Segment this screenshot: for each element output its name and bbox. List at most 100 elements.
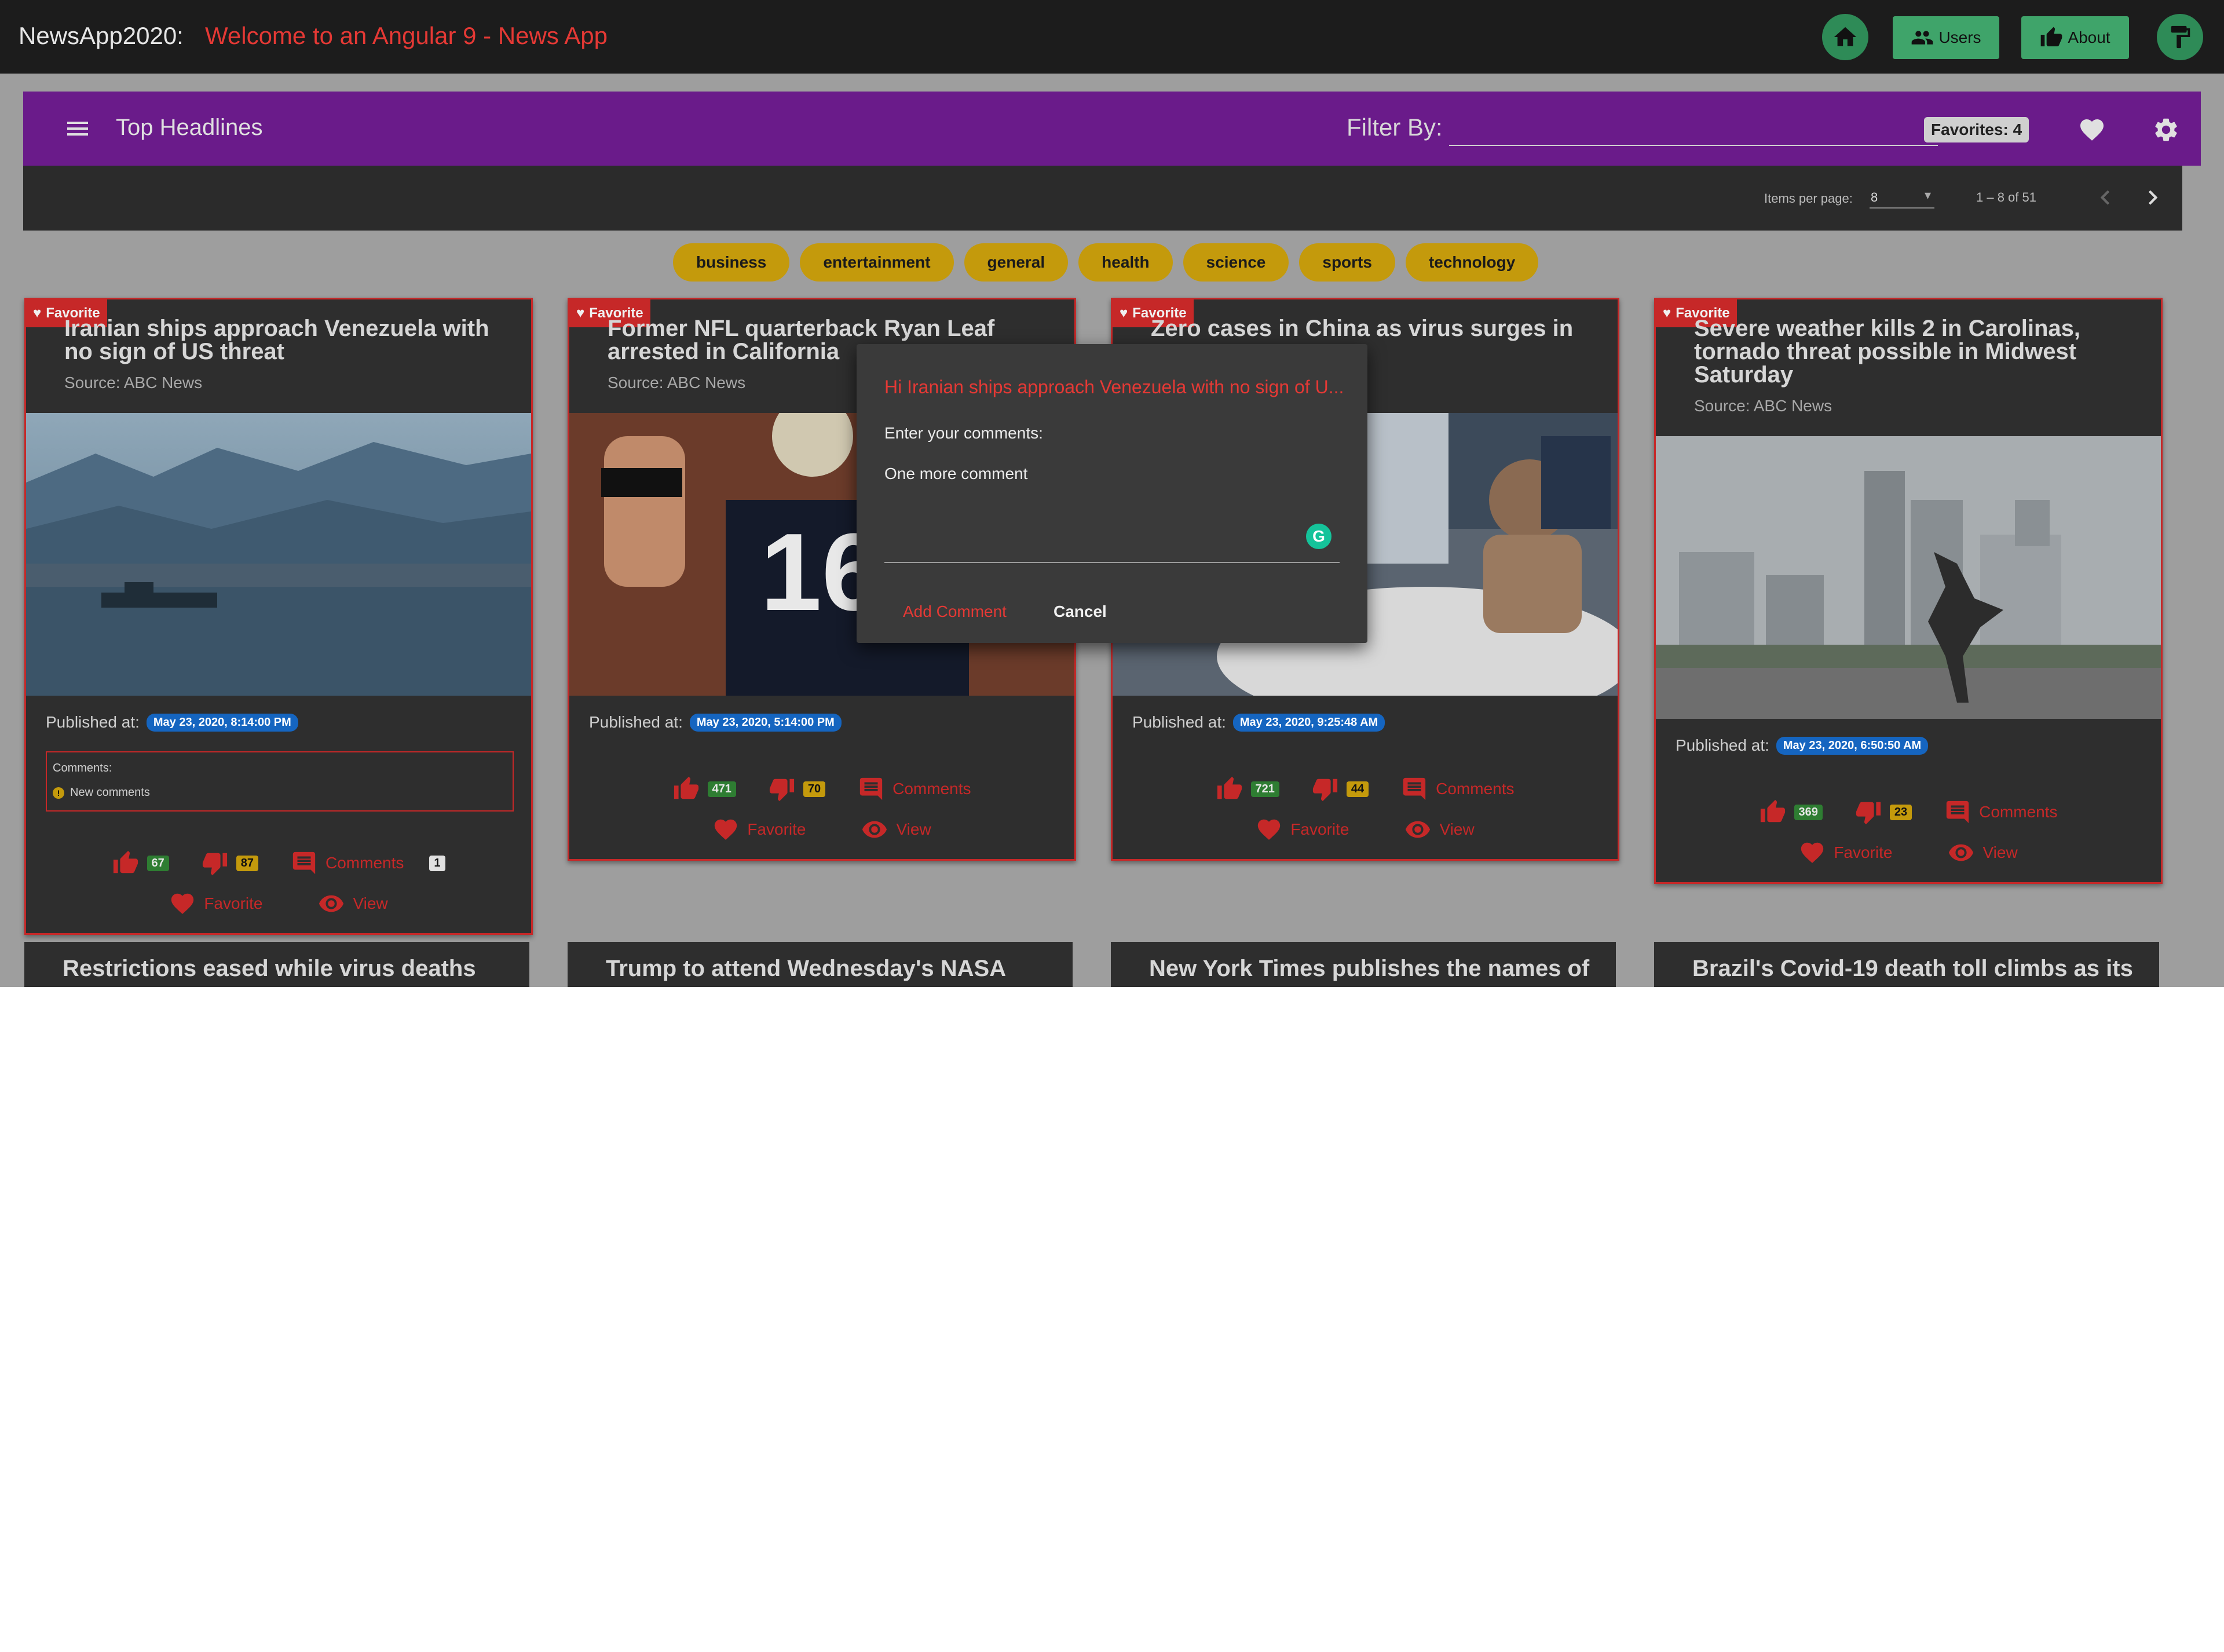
- heart-icon: [715, 819, 737, 840]
- app-header: NewsApp2020: Welcome to an Angular 9 - N…: [0, 0, 2224, 74]
- card-actions-secondary: Favorite View: [569, 816, 1074, 843]
- thumb-down-icon: [769, 779, 794, 802]
- card-title: New York Times publishes the names of: [1149, 956, 1590, 981]
- dialog-prompt: Enter your comments:: [884, 424, 1043, 442]
- chip-health[interactable]: health: [1078, 243, 1173, 282]
- card-actions-secondary: Favorite View: [26, 890, 531, 917]
- news-card: Restrictions eased while virus deaths: [24, 942, 529, 987]
- favorite-label: Favorite: [747, 820, 806, 838]
- card-title: Zero cases in China as virus surges in: [1151, 316, 1574, 341]
- comment-icon: [1403, 777, 1426, 801]
- dislike-button[interactable]: 23: [1855, 799, 1912, 825]
- favorite-button[interactable]: Favorite: [712, 816, 806, 843]
- dislike-count: 44: [1346, 781, 1369, 797]
- news-card: New York Times publishes the names of: [1111, 942, 1616, 987]
- view-button[interactable]: View: [1404, 816, 1475, 843]
- like-button[interactable]: 369: [1760, 799, 1823, 825]
- app-brand: NewsApp2020:: [19, 22, 184, 49]
- card-actions-secondary: Favorite View: [1113, 816, 1618, 843]
- page-title: Top Headlines: [116, 115, 263, 140]
- favorite-label: Favorite: [1290, 820, 1349, 838]
- gear-icon[interactable]: [2152, 116, 2180, 144]
- textarea-underline: [884, 562, 1340, 563]
- browser-viewport: NewsApp2020: Welcome to an Angular 9 - N…: [0, 0, 2224, 987]
- article-image[interactable]: [1656, 436, 2161, 719]
- comments-button[interactable]: Comments 1: [291, 850, 445, 876]
- menu-icon[interactable]: [64, 115, 92, 142]
- home-button[interactable]: [1822, 14, 1868, 60]
- dislike-button[interactable]: 87: [202, 850, 258, 876]
- chip-technology[interactable]: technology: [1405, 243, 1539, 282]
- paint-roller-icon: [2171, 25, 2190, 49]
- previous-page-icon[interactable]: [2091, 183, 2120, 212]
- published-row: Published at: May 23, 2020, 5:14:00 PM: [589, 713, 842, 732]
- users-button[interactable]: Users: [1893, 16, 1999, 59]
- page-range-label: 1 – 8 of 51: [1976, 190, 2036, 204]
- about-button[interactable]: About: [2021, 16, 2129, 59]
- comment-icon: [292, 851, 316, 875]
- favorite-button[interactable]: Favorite: [169, 890, 262, 917]
- thumb-up-icon: [2041, 27, 2062, 46]
- headlines-toolbar: Top Headlines Filter By: Favorites: 4: [23, 92, 2201, 166]
- card-source: Source: ABC News: [64, 374, 203, 392]
- cancel-button[interactable]: Cancel: [1054, 602, 1107, 621]
- users-icon: [1912, 31, 1933, 45]
- chip-science[interactable]: science: [1183, 243, 1289, 282]
- view-button[interactable]: View: [1948, 839, 2018, 866]
- card-actions: 67 87 Comments 1: [26, 850, 531, 876]
- published-label: Published at:: [1676, 736, 1769, 754]
- theme-button[interactable]: [2157, 14, 2203, 60]
- items-per-page-select[interactable]: 8 ▾: [1870, 188, 1934, 209]
- dislike-button[interactable]: 70: [769, 776, 826, 802]
- like-button[interactable]: 721: [1216, 776, 1279, 802]
- comments-label: Comments: [325, 854, 404, 872]
- view-button[interactable]: View: [861, 816, 931, 843]
- favorites-heart-icon[interactable]: [2078, 116, 2106, 144]
- published-label: Published at:: [1132, 713, 1226, 731]
- chip-general[interactable]: general: [964, 243, 1069, 282]
- welcome-message: Welcome to an Angular 9 - News App: [205, 22, 608, 49]
- heart-icon: ♥: [1120, 305, 1128, 321]
- comment-text: New comments: [70, 786, 150, 799]
- filter-input[interactable]: [1449, 109, 1938, 146]
- favorites-count-badge: Favorites: 4: [1924, 117, 2029, 142]
- about-label: About: [2068, 28, 2110, 46]
- favorite-button[interactable]: Favorite: [1799, 839, 1892, 866]
- view-label: View: [896, 820, 931, 838]
- thumb-up-icon: [113, 850, 138, 873]
- published-date-badge: May 23, 2020, 8:14:00 PM: [146, 713, 298, 732]
- comment-icon: [859, 777, 883, 801]
- warning-icon: !: [53, 787, 64, 799]
- article-image[interactable]: [26, 413, 531, 696]
- thumb-down-icon: [1856, 802, 1881, 825]
- users-label: Users: [1938, 28, 1981, 46]
- comments-button[interactable]: Comments: [1401, 776, 1515, 802]
- grammarly-icon[interactable]: G: [1306, 524, 1332, 549]
- like-button[interactable]: 471: [673, 776, 736, 802]
- comments-label: Comments: [892, 780, 971, 798]
- next-page-icon[interactable]: [2138, 183, 2167, 212]
- comments-button[interactable]: Comments: [858, 776, 971, 802]
- comment-icon: [1946, 801, 1969, 824]
- comment-textarea[interactable]: One more comment: [884, 465, 1027, 483]
- add-comment-button[interactable]: Add Comment: [903, 602, 1007, 621]
- category-chips: business entertainment general health sc…: [673, 243, 1539, 284]
- thumb-down-icon: [1312, 779, 1337, 802]
- chip-entertainment[interactable]: entertainment: [800, 243, 954, 282]
- dislike-count: 70: [803, 781, 826, 797]
- chip-sports[interactable]: sports: [1299, 243, 1395, 282]
- card-actions: 471 70 Comments: [569, 776, 1074, 802]
- like-count: 471: [707, 781, 736, 797]
- dislike-button[interactable]: 44: [1312, 776, 1369, 802]
- view-label: View: [1439, 820, 1475, 838]
- comments-button[interactable]: Comments: [1944, 799, 2058, 825]
- card-actions: 369 23 Comments: [1656, 799, 2161, 825]
- like-button[interactable]: 67: [112, 850, 169, 876]
- favorite-button[interactable]: Favorite: [1256, 816, 1349, 843]
- card-source: Source: ABC News: [608, 374, 746, 392]
- eye-icon: [862, 821, 887, 838]
- published-row: Published at: May 23, 2020, 6:50:50 AM: [1676, 736, 1929, 755]
- chip-business[interactable]: business: [673, 243, 790, 282]
- view-button[interactable]: View: [318, 890, 388, 917]
- filter-label: Filter By:: [1347, 114, 1443, 141]
